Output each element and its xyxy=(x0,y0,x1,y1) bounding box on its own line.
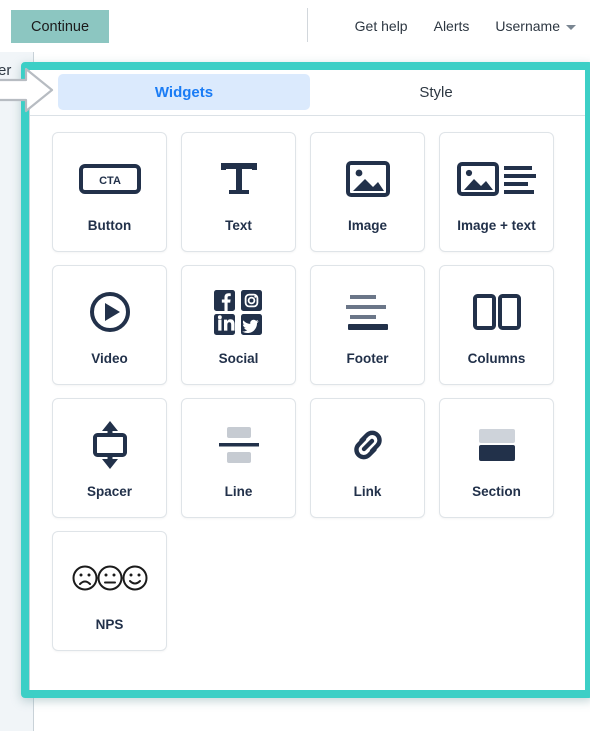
top-bar: Continue Get help Alerts Username xyxy=(0,0,590,52)
widget-card-nps[interactable]: NPS xyxy=(52,531,167,651)
widget-label: Section xyxy=(472,484,521,499)
svg-text:CTA: CTA xyxy=(99,175,121,187)
text-t-icon xyxy=(182,139,295,218)
footer-lines-icon xyxy=(311,272,424,351)
widget-card-image-plus-text[interactable]: Image + text xyxy=(439,132,554,252)
widget-label: Text xyxy=(225,218,252,233)
continue-button[interactable]: Continue xyxy=(11,10,109,43)
widget-label: Button xyxy=(87,218,132,233)
instagram-icon xyxy=(240,289,262,311)
right-arrow-annotation xyxy=(0,66,56,114)
widget-card-section[interactable]: Section xyxy=(439,398,554,518)
top-navigation: Get help Alerts Username xyxy=(355,0,576,52)
widget-grid: CTA Button Text Image Image + text Video… xyxy=(30,116,590,667)
tab-style[interactable]: Style xyxy=(310,74,562,110)
video-play-icon xyxy=(53,272,166,351)
widget-label: Columns xyxy=(467,351,526,366)
widget-card-link[interactable]: Link xyxy=(310,398,425,518)
chain-link-icon xyxy=(311,405,424,484)
happy-face-icon xyxy=(122,565,147,590)
topbar-divider xyxy=(307,8,308,42)
get-help-label: Get help xyxy=(354,18,408,34)
widgets-panel: Widgets Style CTA Button Text Image Imag… xyxy=(29,70,590,690)
username-menu[interactable]: Username xyxy=(495,18,576,34)
facebook-icon xyxy=(213,289,235,311)
widget-card-button[interactable]: CTA Button xyxy=(52,132,167,252)
divider-line-icon xyxy=(182,405,295,484)
linkedin-icon xyxy=(213,313,235,335)
widget-card-video[interactable]: Video xyxy=(52,265,167,385)
alerts-label: Alerts xyxy=(433,18,470,34)
widget-card-image[interactable]: Image xyxy=(310,132,425,252)
widget-card-social[interactable]: Social xyxy=(181,265,296,385)
widget-card-columns[interactable]: Columns xyxy=(439,265,554,385)
widget-label: Image + text xyxy=(457,218,536,233)
panel-tabs: Widgets Style xyxy=(30,70,590,116)
tab-style-label: Style xyxy=(419,83,453,101)
cta-button-icon: CTA xyxy=(53,139,166,218)
widget-card-footer[interactable]: Footer xyxy=(310,265,425,385)
username-label: Username xyxy=(495,18,560,34)
alerts-link[interactable]: Alerts xyxy=(434,18,470,34)
image-icon xyxy=(311,139,424,218)
widget-card-line[interactable]: Line xyxy=(181,398,296,518)
tab-widgets[interactable]: Widgets xyxy=(58,74,310,110)
widget-label: Link xyxy=(353,484,382,499)
chevron-down-icon xyxy=(566,24,576,30)
widget-label: NPS xyxy=(95,617,124,632)
section-blocks-icon xyxy=(440,405,553,484)
sad-face-icon xyxy=(72,565,97,590)
neutral-face-icon xyxy=(97,565,122,590)
lower-background xyxy=(34,700,590,731)
widget-label: Image xyxy=(347,218,388,233)
twitter-icon xyxy=(240,313,262,335)
widget-label: Footer xyxy=(346,351,389,366)
spacer-arrows-icon xyxy=(53,405,166,484)
get-help-link[interactable]: Get help xyxy=(355,18,408,34)
widget-label: Video xyxy=(91,351,128,366)
widget-label: Spacer xyxy=(86,484,133,499)
social-networks-icon xyxy=(182,272,295,351)
nps-faces-icon xyxy=(53,538,166,617)
widget-card-spacer[interactable]: Spacer xyxy=(52,398,167,518)
widget-card-text[interactable]: Text xyxy=(181,132,296,252)
tab-widgets-label: Widgets xyxy=(154,83,214,101)
widget-label: Social xyxy=(218,351,259,366)
widget-label: Line xyxy=(224,484,253,499)
columns-icon xyxy=(440,272,553,351)
image-plus-text-icon xyxy=(440,139,553,218)
